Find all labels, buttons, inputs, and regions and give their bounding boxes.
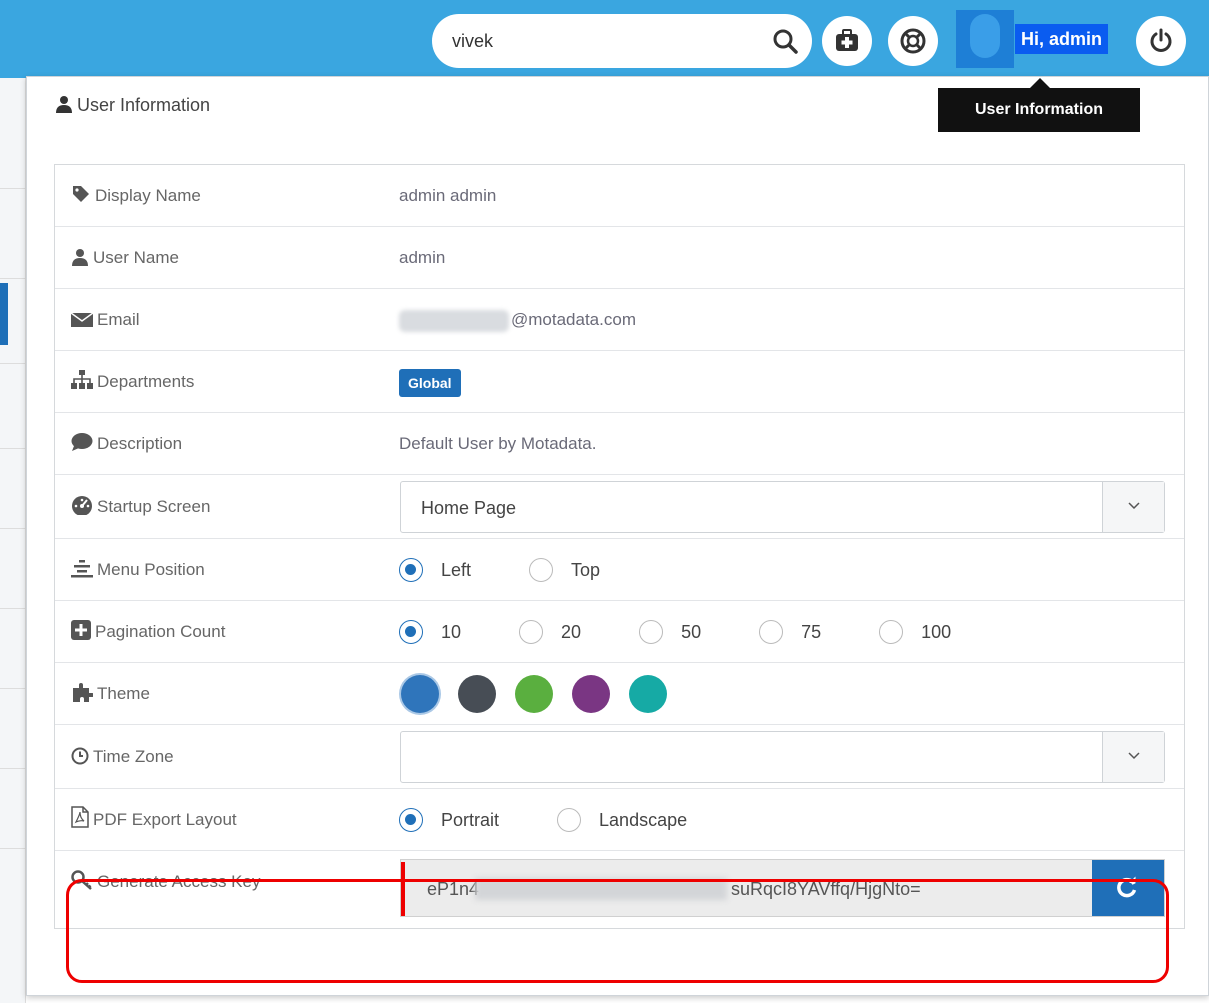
pagination-count-radios: 10 20 50 75 100 (399, 601, 1009, 663)
chevron-down-icon[interactable] (1102, 482, 1164, 532)
department-badge: Global (399, 368, 461, 397)
chevron-down-icon[interactable] (1102, 732, 1164, 782)
radio-100[interactable]: 100 (879, 620, 951, 644)
pdf-file-icon (71, 806, 89, 828)
theme-swatch[interactable] (572, 675, 610, 713)
radio-10[interactable]: 10 (399, 620, 461, 644)
radio-portrait[interactable]: Portrait (399, 808, 499, 832)
help-button[interactable] (888, 16, 938, 66)
clock-icon (71, 747, 89, 765)
row-email: Email @motadata.com (55, 289, 1184, 351)
puzzle-icon (73, 683, 94, 702)
display-name-value: admin admin (399, 186, 497, 205)
row-pdf-export-layout: PDF Export Layout Portrait Landscape (55, 789, 1184, 851)
highlight-annotation (66, 879, 1169, 983)
row-display-name: Display Name admin admin (55, 165, 1184, 227)
envelope-icon (70, 312, 94, 327)
search-box[interactable]: vivek (432, 14, 812, 68)
row-pagination-count: Pagination Count 10 20 50 75 100 (55, 601, 1184, 663)
dashboard-icon (72, 496, 92, 516)
radio-50[interactable]: 50 (639, 620, 701, 644)
user-icon (56, 96, 72, 113)
pdf-layout-radios: Portrait Landscape (399, 789, 745, 851)
medical-kit-button[interactable] (822, 16, 872, 66)
sitemap-icon (71, 370, 93, 389)
radio-75[interactable]: 75 (759, 620, 821, 644)
logout-button[interactable] (1136, 16, 1186, 66)
theme-swatch[interactable] (458, 675, 496, 713)
radio-landscape[interactable]: Landscape (557, 808, 687, 832)
theme-swatch[interactable] (515, 675, 553, 713)
user-info-table: Display Name admin admin User Name admin… (54, 164, 1185, 929)
theme-swatches (401, 675, 686, 713)
search-icon[interactable] (772, 28, 798, 54)
user-icon (72, 249, 88, 266)
radio-left[interactable]: Left (399, 558, 471, 582)
align-center-icon (71, 560, 93, 578)
plus-square-icon (71, 620, 91, 640)
startup-screen-select[interactable]: Home Page (400, 481, 1165, 533)
row-startup-screen: Startup Screen Home Page (55, 475, 1184, 539)
email-value: @motadata.com (399, 289, 636, 351)
search-input[interactable]: vivek (452, 14, 493, 68)
panel-title: User Information (55, 95, 210, 116)
row-departments: Departments Global (55, 351, 1184, 413)
tag-icon (73, 186, 89, 202)
radio-top[interactable]: Top (529, 558, 600, 582)
user-name-value: admin (399, 248, 446, 267)
theme-swatch[interactable] (629, 675, 667, 713)
menu-position-radios: Left Top (399, 539, 658, 601)
background-sidebar (0, 78, 26, 1003)
redacted-text (399, 309, 509, 332)
life-ring-icon (900, 28, 926, 54)
row-time-zone: Time Zone (55, 725, 1184, 789)
comment-icon (71, 433, 93, 451)
medical-kit-icon (836, 29, 858, 51)
row-theme: Theme (55, 663, 1184, 725)
row-menu-position: Menu Position Left Top (55, 539, 1184, 601)
description-value: Default User by Motadata. (399, 434, 597, 453)
power-icon (1150, 28, 1172, 52)
time-zone-select[interactable] (400, 731, 1165, 783)
avatar[interactable] (956, 10, 1014, 68)
user-info-panel: User Information Display Name admin admi… (26, 76, 1209, 996)
top-bar: vivek Hi, admin (0, 0, 1209, 78)
row-user-name: User Name admin (55, 227, 1184, 289)
row-description: Description Default User by Motadata. (55, 413, 1184, 475)
radio-20[interactable]: 20 (519, 620, 581, 644)
user-greeting[interactable]: Hi, admin (1015, 24, 1109, 54)
theme-swatch[interactable] (401, 675, 439, 713)
user-info-tooltip: User Information (938, 78, 1140, 132)
